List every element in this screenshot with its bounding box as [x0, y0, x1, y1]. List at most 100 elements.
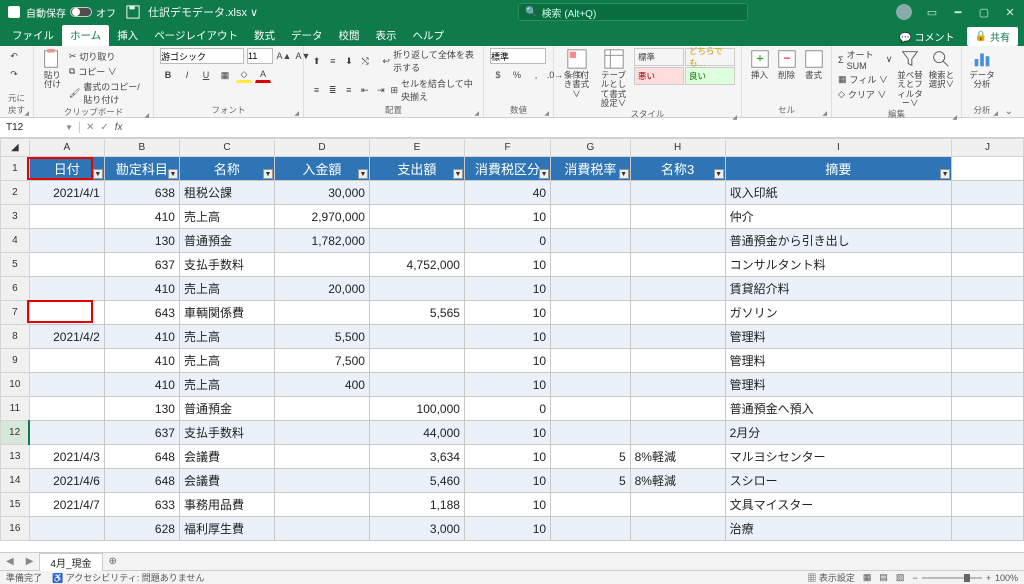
cell-n3[interactable]: [630, 301, 725, 325]
cell-empty[interactable]: [952, 205, 1024, 229]
search-input[interactable]: 🔍 検索 (Alt+Q): [518, 3, 748, 21]
table-header-0[interactable]: 日付▼: [29, 157, 104, 181]
filter-dropdown-icon[interactable]: ▼: [539, 169, 549, 179]
cell-date[interactable]: [29, 373, 104, 397]
tab-file[interactable]: ファイル: [4, 25, 62, 46]
cell-name[interactable]: 福利厚生費: [179, 517, 274, 541]
undo-button[interactable]: ↶: [6, 48, 22, 64]
cell-memo[interactable]: 管理料: [725, 349, 951, 373]
cell-name[interactable]: 支払手数料: [179, 253, 274, 277]
cell-code[interactable]: 648: [104, 469, 179, 493]
cut-button[interactable]: ✂ 切り取り: [69, 50, 147, 63]
cell-empty[interactable]: [952, 469, 1024, 493]
cell-code[interactable]: 638: [104, 181, 179, 205]
cell-rate[interactable]: [551, 373, 631, 397]
cell-name[interactable]: 売上高: [179, 373, 274, 397]
comma-button[interactable]: ,: [528, 67, 544, 83]
cell-memo[interactable]: 治療: [725, 517, 951, 541]
table-header-8[interactable]: 摘要▼: [725, 157, 951, 181]
row-header-5[interactable]: 5: [1, 253, 30, 277]
row-header-15[interactable]: 15: [1, 493, 30, 517]
indent-inc-button[interactable]: ⇥: [374, 82, 387, 98]
cell-name[interactable]: 車輌関係費: [179, 301, 274, 325]
number-format-select[interactable]: [490, 48, 546, 64]
cell-code[interactable]: 410: [104, 325, 179, 349]
underline-button[interactable]: U: [198, 67, 214, 83]
style-neutral[interactable]: どちらでも…: [685, 48, 735, 66]
table-header-6[interactable]: 消費税率▼: [551, 157, 631, 181]
cell-out[interactable]: 4,752,000: [369, 253, 464, 277]
tab-layout[interactable]: ページレイアウト: [146, 25, 246, 46]
cell-out[interactable]: 3,000: [369, 517, 464, 541]
cell-date[interactable]: [29, 205, 104, 229]
cell-empty[interactable]: [952, 325, 1024, 349]
align-center-button[interactable]: ≣: [326, 82, 339, 98]
tab-view[interactable]: 表示: [367, 25, 404, 46]
cell-out[interactable]: 100,000: [369, 397, 464, 421]
table-header-1[interactable]: 勘定科目▼: [104, 157, 179, 181]
cell-memo[interactable]: 管理料: [725, 325, 951, 349]
cell-n3[interactable]: [630, 325, 725, 349]
font-name-input[interactable]: [160, 48, 244, 64]
row-header-4[interactable]: 4: [1, 229, 30, 253]
col-header-C[interactable]: C: [179, 139, 274, 157]
cell-in[interactable]: 5,500: [274, 325, 369, 349]
align-left-button[interactable]: ≡: [310, 82, 323, 98]
font-size-input[interactable]: [247, 48, 273, 64]
cell-n3[interactable]: [630, 397, 725, 421]
cell-memo[interactable]: 2月分: [725, 421, 951, 445]
cell-rate[interactable]: [551, 277, 631, 301]
align-bottom-button[interactable]: ⬇: [342, 53, 355, 69]
cell-memo[interactable]: 文具マイスター: [725, 493, 951, 517]
select-all[interactable]: ◢: [1, 139, 30, 157]
cell-out[interactable]: 5,565: [369, 301, 464, 325]
maximize-icon[interactable]: ▢: [978, 6, 990, 18]
enter-fx-icon[interactable]: ✓: [100, 122, 108, 133]
add-sheet-button[interactable]: ⊕: [103, 556, 123, 567]
cell-name[interactable]: 支払手数料: [179, 421, 274, 445]
cell-rate[interactable]: [551, 421, 631, 445]
cell-in[interactable]: [274, 493, 369, 517]
cell-tax[interactable]: 10: [464, 301, 550, 325]
cell-code[interactable]: 130: [104, 229, 179, 253]
paste-button[interactable]: 貼り付け: [40, 48, 65, 90]
row-header-7[interactable]: 7: [1, 301, 30, 325]
cell-name[interactable]: 事務用品費: [179, 493, 274, 517]
row-header-3[interactable]: 3: [1, 205, 30, 229]
sheet-nav-prev[interactable]: ◀: [0, 556, 20, 567]
cell-tax[interactable]: 10: [464, 349, 550, 373]
cell-out[interactable]: [369, 349, 464, 373]
cell-out[interactable]: [369, 325, 464, 349]
cell-empty[interactable]: [952, 493, 1024, 517]
cell-tax[interactable]: 0: [464, 397, 550, 421]
analyze-data-button[interactable]: データ分析: [968, 48, 996, 90]
cell-empty[interactable]: [952, 181, 1024, 205]
col-header-D[interactable]: D: [274, 139, 369, 157]
redo-button[interactable]: ↷: [6, 66, 22, 82]
cell-rate[interactable]: [551, 229, 631, 253]
cell-in[interactable]: 2,970,000: [274, 205, 369, 229]
zoom-control[interactable]: − + 100%: [912, 573, 1018, 583]
cell-date[interactable]: [29, 229, 104, 253]
cell-in[interactable]: 20,000: [274, 277, 369, 301]
cell-in[interactable]: [274, 301, 369, 325]
table-header-2[interactable]: 名称▼: [179, 157, 274, 181]
filter-dropdown-icon[interactable]: ▼: [940, 169, 950, 179]
cell-n3[interactable]: [630, 253, 725, 277]
cell-date[interactable]: 2021/4/3: [29, 445, 104, 469]
wrap-text-button[interactable]: ↩ 折り返して全体を表示する: [383, 48, 477, 74]
align-top-button[interactable]: ⬆: [310, 53, 323, 69]
tab-home[interactable]: ホーム: [62, 25, 109, 46]
cell-code[interactable]: 410: [104, 205, 179, 229]
cell-tax[interactable]: 10: [464, 493, 550, 517]
cell-memo[interactable]: コンサルタント料: [725, 253, 951, 277]
filter-dropdown-icon[interactable]: ▼: [453, 169, 463, 179]
filter-dropdown-icon[interactable]: ▼: [263, 169, 273, 179]
insert-cells-button[interactable]: +挿入: [748, 48, 771, 80]
cell-name[interactable]: 売上高: [179, 325, 274, 349]
cell-rate[interactable]: [551, 349, 631, 373]
minimize-icon[interactable]: ━: [952, 6, 964, 18]
cell-memo[interactable]: ガソリン: [725, 301, 951, 325]
tab-formulas[interactable]: 数式: [246, 25, 283, 46]
cell-name[interactable]: 売上高: [179, 277, 274, 301]
